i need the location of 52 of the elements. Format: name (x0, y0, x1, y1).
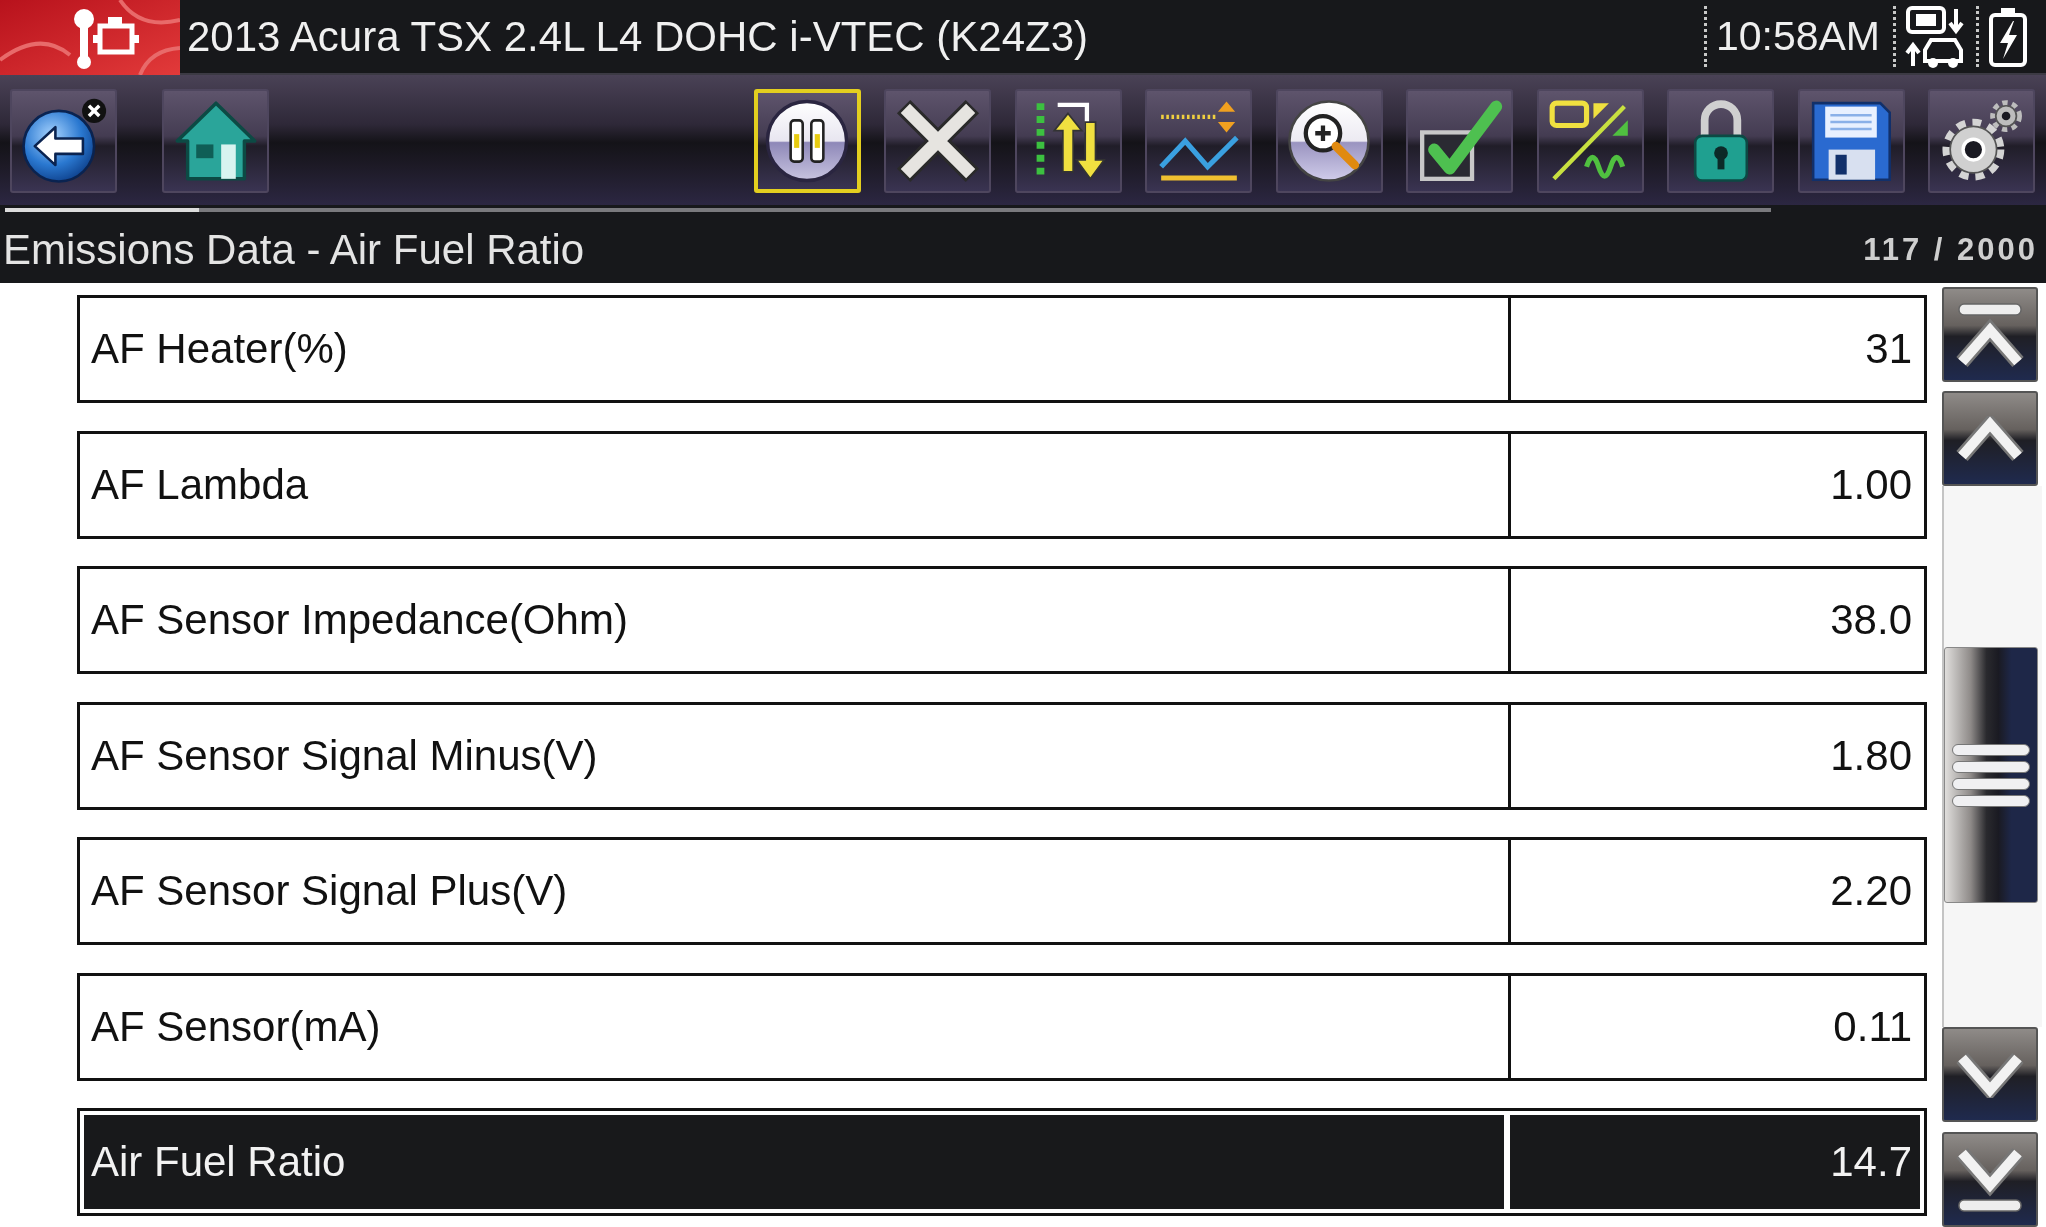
chevron-bar-down-icon (1955, 1146, 2025, 1213)
parameter-value-cell-text: 0.11 (1832, 1001, 1913, 1052)
save-button[interactable] (1797, 89, 1905, 193)
back-button[interactable] (10, 89, 117, 193)
magnifier-plus-icon (1286, 98, 1372, 184)
lock-button[interactable] (1667, 89, 1774, 193)
parameter-name-cell: AF Lambda (80, 433, 1511, 536)
parameter-name-cell: Air Fuel Ratio (84, 1115, 1504, 1209)
parameter-name-cell: AF Sensor Signal Plus(V) (80, 840, 1511, 942)
select-button[interactable] (1406, 89, 1513, 193)
sort-button[interactable] (1014, 89, 1122, 193)
pause-button[interactable] (753, 89, 861, 193)
parameter-name-cell: AF Sensor Impedance(Ohm) (80, 569, 1511, 671)
chevron-bar-up-icon (1955, 301, 2025, 368)
screen-title: Emissions Data - Air Fuel Ratio (3, 225, 585, 274)
parameter-value-cell-text: 31 (1864, 324, 1913, 374)
data-row[interactable]: AF Sensor Signal Minus(V) 1.80 (77, 701, 1927, 810)
scroll-top-button[interactable] (1942, 287, 2038, 382)
data-row[interactable]: AF Heater(%) 31 (77, 295, 1927, 403)
scroll-thumb[interactable] (1944, 647, 2038, 903)
back-arrow-icon (20, 98, 107, 184)
parameter-value-cell-text: 1.80 (1829, 730, 1913, 781)
scroll-bottom-button[interactable] (1942, 1132, 2038, 1227)
units-button[interactable] (1536, 89, 1644, 193)
home-button[interactable] (162, 89, 269, 193)
chevron-down-icon (1955, 1051, 2025, 1098)
vehicle-title: 2013 Acura TSX 2.4L L4 DOHC i-VTEC (K24Z3) (187, 12, 1089, 61)
clock-time: 10:58AM (1715, 13, 1880, 60)
frame-counter: 117 / 2000 (1863, 231, 2038, 268)
scroll-down-button[interactable] (1942, 1027, 2038, 1122)
x-mark-icon (894, 98, 981, 184)
pause-icon (764, 98, 850, 184)
parameter-value-cell-text: 38.0 (1829, 595, 1913, 645)
clear-button[interactable] (884, 89, 991, 193)
wrench-engine-icon (0, 0, 180, 75)
graph-button[interactable] (1145, 89, 1252, 193)
parameter-name-cell: AF Sensor(mA) (80, 975, 1511, 1078)
data-row[interactable]: Air Fuel Ratio 14.7 (77, 1108, 1927, 1216)
parameter-name-cell: AF Heater(%) (80, 298, 1511, 400)
data-row[interactable]: AF Sensor Signal Plus(V) 2.20 (77, 837, 1927, 945)
scroll-up-button[interactable] (1942, 391, 2038, 486)
data-row[interactable]: AF Sensor Impedance(Ohm) 38.0 (77, 566, 1927, 674)
parameter-name-cell: AF Sensor Signal Minus(V) (80, 704, 1511, 807)
parameter-value-cell-text: 2.20 (1829, 866, 1913, 916)
zoom-button[interactable] (1275, 89, 1383, 193)
data-row[interactable]: AF Lambda 1.00 (77, 430, 1927, 539)
parameter-value-cell-text: 1.00 (1829, 459, 1913, 510)
parameter-value-cell: 14.7 (1510, 1115, 1920, 1209)
settings-button[interactable] (1928, 89, 2035, 193)
data-row[interactable]: AF Sensor(mA) 0.11 (77, 972, 1927, 1081)
battery-charging-icon (1988, 6, 2028, 67)
chevron-up-icon (1955, 415, 2025, 462)
